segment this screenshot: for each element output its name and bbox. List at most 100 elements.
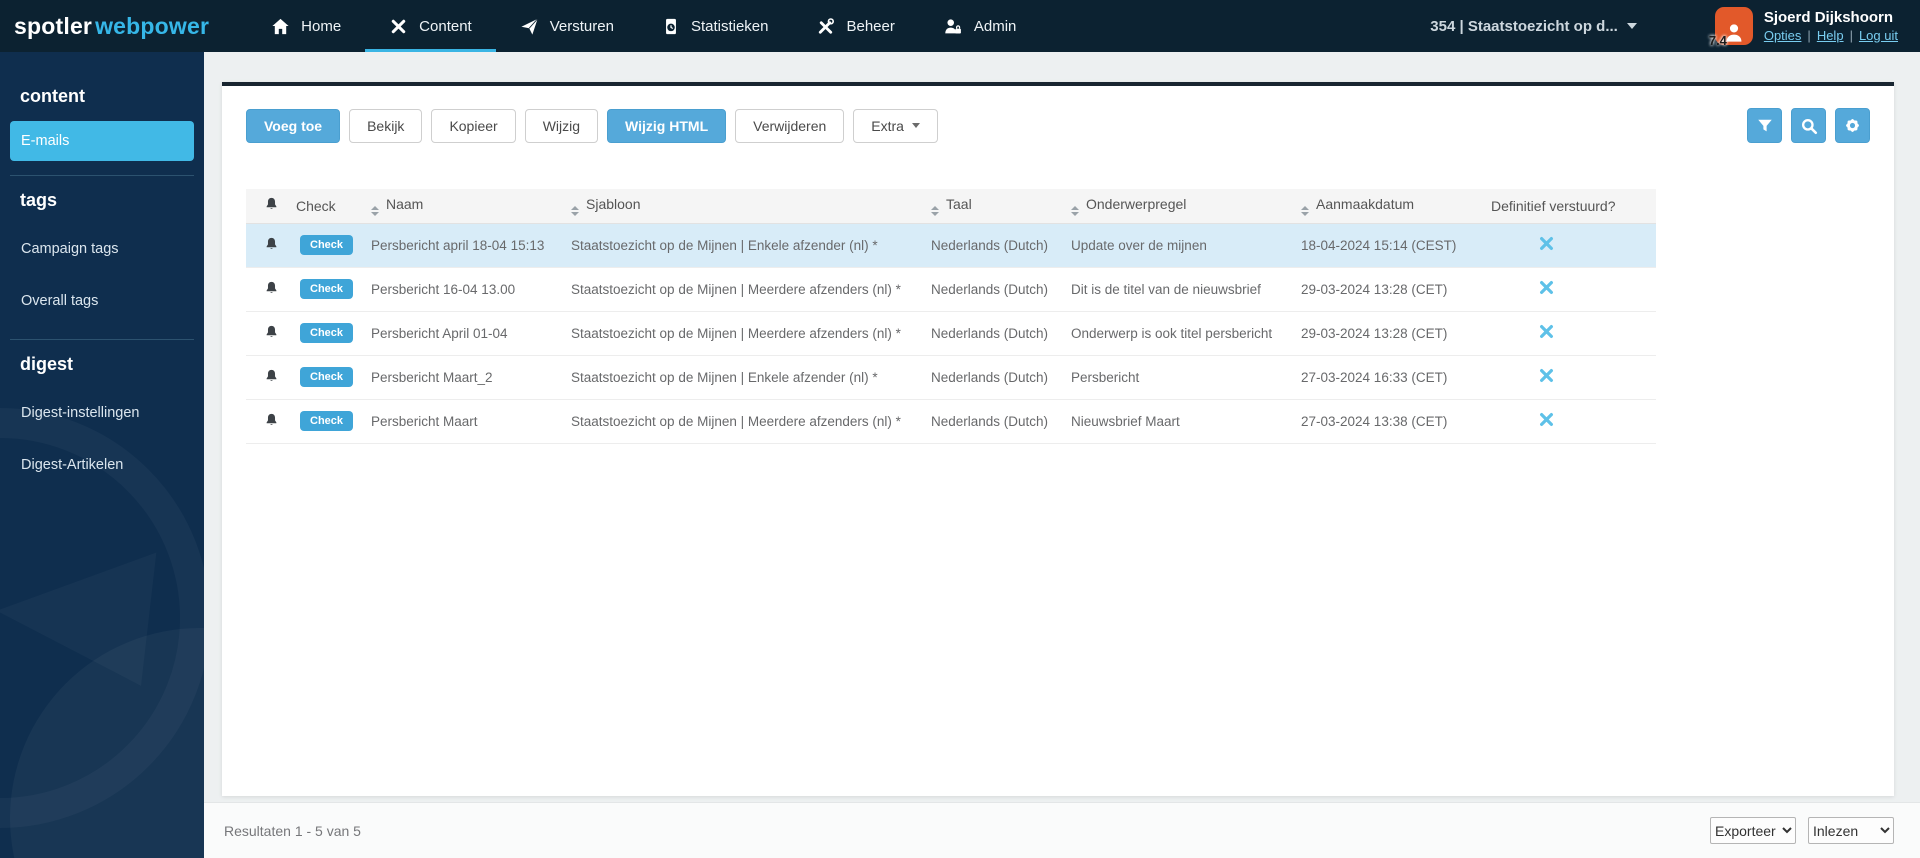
onderwerpregel-cell: Nieuwsbrief Maart — [1071, 399, 1301, 444]
sidebar-heading-content: content — [20, 86, 85, 106]
tools-icon — [816, 17, 835, 36]
onderwerpregel-column-header[interactable]: Onderwerpregel — [1071, 189, 1301, 224]
link-separator: | — [1807, 27, 1811, 43]
sidebar-item-overall-tags[interactable]: Overall tags — [10, 277, 194, 325]
bell-cell — [246, 355, 296, 400]
table-row[interactable]: Check Persbericht Maart_2 Staatstoezicht… — [246, 355, 1656, 400]
sidebar-heading-tags: tags — [20, 190, 58, 210]
check-button[interactable]: Check — [300, 323, 354, 343]
bell-icon — [266, 198, 276, 210]
sidebar-item-campaign-tags[interactable]: Campaign tags — [10, 225, 194, 273]
nav-item-statistieken[interactable]: Statistieken — [638, 0, 793, 52]
table-row[interactable]: Check Persbericht Maart Staatstoezicht o… — [246, 399, 1656, 444]
not-sent-cross-icon — [1539, 368, 1554, 383]
logo-part1: spotler — [14, 12, 93, 39]
admin-icon — [943, 17, 963, 36]
sort-icon — [1071, 205, 1079, 216]
naam-cell: Persbericht April 01-04 — [371, 311, 571, 356]
bell-icon — [266, 325, 276, 337]
nav-item-content[interactable]: Content — [365, 0, 496, 52]
sjabloon-column-header[interactable]: Sjabloon — [571, 189, 931, 224]
spotler-webpower-logo[interactable]: spotler webpower — [14, 13, 209, 40]
verwijderen-button[interactable]: Verwijderen — [735, 108, 845, 143]
logout-link[interactable]: Log uit — [1859, 28, 1898, 43]
help-link[interactable]: Help — [1817, 28, 1844, 43]
check-cell: Check — [296, 355, 371, 400]
sidebar-item-emails[interactable]: E-mails — [10, 121, 194, 161]
sort-icon — [1301, 205, 1309, 216]
taal-cell: Nederlands (Dutch) — [931, 223, 1071, 268]
voeg-toe-button[interactable]: Voeg toe — [246, 108, 341, 143]
send-icon — [520, 17, 539, 36]
not-sent-cross-icon — [1539, 324, 1554, 339]
nav-item-label: Statistieken — [690, 17, 769, 35]
account-selector[interactable]: 354 | Staatstoezicht op d... — [1430, 18, 1637, 35]
search-button[interactable] — [1791, 108, 1826, 143]
wijzig-button[interactable]: Wijzig — [524, 108, 599, 143]
bell-cell — [246, 223, 296, 268]
sidebar-item-digest-instellingen[interactable]: Digest-instellingen — [10, 389, 194, 437]
exporteer-select[interactable]: Exporteer — [1710, 817, 1796, 844]
check-button[interactable]: Check — [300, 411, 354, 431]
results-count: Resultaten 1 - 5 van 5 — [224, 822, 361, 839]
definitief-column-header: Definitief verstuurd? — [1491, 189, 1656, 224]
statistics-icon — [662, 17, 680, 36]
nav-item-beheer[interactable]: Beheer — [792, 0, 918, 52]
taal-cell: Nederlands (Dutch) — [931, 399, 1071, 444]
aanmaakdatum-cell: 29-03-2024 13:28 (CET) — [1301, 311, 1491, 356]
settings-button[interactable] — [1835, 108, 1870, 143]
email-table-body: Check Persbericht april 18-04 15:13 Staa… — [246, 223, 1656, 444]
nav-item-label: Beheer — [846, 17, 895, 35]
naam-cell: Persbericht 16-04 13.00 — [371, 267, 571, 312]
sidebar-divider — [10, 175, 194, 176]
navbar-right: 354 | Staatstoezicht op d... 7.4 Sjoerd … — [1430, 7, 1920, 48]
nav-item-home[interactable]: Home — [247, 0, 365, 52]
taal-column-header[interactable]: Taal — [931, 189, 1071, 224]
nav-item-versturen[interactable]: Versturen — [496, 0, 638, 52]
taal-cell: Nederlands (Dutch) — [931, 355, 1071, 400]
bell-icon — [266, 281, 276, 293]
table-row[interactable]: Check Persbericht april 18-04 15:13 Staa… — [246, 223, 1656, 268]
definitief-cell — [1491, 355, 1656, 400]
inlezen-select[interactable]: Inlezen — [1808, 817, 1894, 844]
content-panel: Voeg toe Bekijk Kopieer Wijzig Wijzig HT… — [222, 82, 1894, 796]
sjabloon-cell: Staatstoezicht op de Mijnen | Enkele afz… — [571, 355, 931, 400]
nav-item-label: Content — [419, 17, 472, 35]
onderwerpregel-cell: Onderwerp is ook titel persbericht — [1071, 311, 1301, 356]
bell-cell — [246, 311, 296, 356]
user-info: Sjoerd Dijkshoorn Opties | Help | Log uit — [1764, 9, 1898, 43]
naam-column-header[interactable]: Naam — [371, 189, 571, 224]
extra-dropdown-button[interactable]: Extra — [853, 108, 938, 143]
settings-icon — [1846, 119, 1859, 132]
check-button[interactable]: Check — [300, 235, 354, 255]
sjabloon-cell: Staatstoezicht op de Mijnen | Meerdere a… — [571, 311, 931, 356]
chevron-down-icon — [1626, 23, 1637, 29]
nav-item-admin[interactable]: Admin — [919, 0, 1041, 52]
bekijk-button[interactable]: Bekijk — [349, 108, 423, 143]
top-navbar: spotler webpower Home Content Versturen S… — [0, 0, 1920, 52]
filter-icon — [1757, 119, 1772, 131]
bell-column-header — [246, 189, 296, 224]
check-button[interactable]: Check — [300, 279, 354, 299]
table-row[interactable]: Check Persbericht April 01-04 Staatstoez… — [246, 311, 1656, 356]
filter-button[interactable] — [1747, 108, 1782, 143]
sidebar-divider — [10, 339, 194, 340]
kopieer-button[interactable]: Kopieer — [431, 108, 516, 143]
user-name: Sjoerd Dijkshoorn — [1763, 9, 1894, 27]
sidebar-item-digest-artikelen[interactable]: Digest-Artikelen — [10, 441, 194, 489]
user-block: 7.4 Sjoerd Dijkshoorn Opties | Help | Log … — [1709, 7, 1898, 48]
sjabloon-cell: Staatstoezicht op de Mijnen | Enkele afz… — [571, 223, 931, 268]
check-cell: Check — [296, 399, 371, 444]
aanmaakdatum-cell: 27-03-2024 16:33 (CET) — [1301, 355, 1491, 400]
home-icon — [271, 17, 290, 36]
check-button[interactable]: Check — [300, 367, 354, 387]
sort-icon — [931, 205, 939, 216]
table-row[interactable]: Check Persbericht 16-04 13.00 Staatstoez… — [246, 267, 1656, 312]
wijzig-html-button[interactable]: Wijzig HTML — [607, 108, 727, 143]
avatar-badge: 7.4 — [1708, 33, 1727, 48]
opties-link[interactable]: Opties — [1764, 28, 1802, 43]
aanmaakdatum-column-header[interactable]: Aanmaakdatum — [1301, 189, 1491, 224]
sjabloon-cell: Staatstoezicht op de Mijnen | Meerdere a… — [571, 267, 931, 312]
search-icon — [1801, 118, 1817, 134]
aanmaakdatum-cell: 27-03-2024 13:38 (CET) — [1301, 399, 1491, 444]
